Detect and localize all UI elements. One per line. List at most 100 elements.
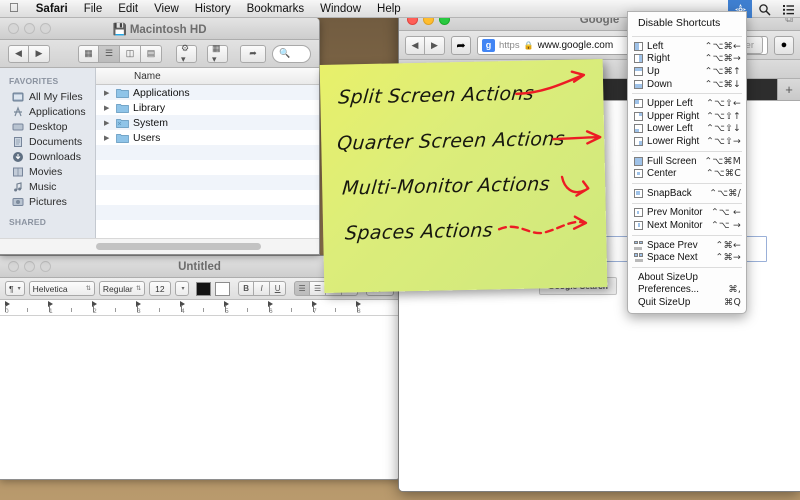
- italic-button[interactable]: I: [254, 281, 271, 296]
- list-view-icon[interactable]: ☰: [99, 44, 120, 63]
- menu-item-prev-monitor[interactable]: Prev Monitor ⌃⌥ ←: [628, 207, 746, 220]
- menu-help[interactable]: Help: [369, 0, 409, 18]
- view-mode-buttons[interactable]: ▦ ☰ ◫ ▤: [78, 44, 162, 63]
- menu-item-upper-left[interactable]: Upper Left ⌃⌥⇧←: [628, 97, 746, 110]
- menu-item-down[interactable]: Down ⌃⌥⌘↓: [628, 78, 746, 91]
- bold-button[interactable]: B: [238, 281, 255, 296]
- menu-item-shortcut: ⌃⌥⇧↓: [706, 123, 741, 135]
- disclosure-triangle-icon[interactable]: ▶: [104, 89, 112, 97]
- sizeup-menu-title[interactable]: Disable Shortcuts: [628, 15, 746, 33]
- coverflow-view-icon[interactable]: ▤: [141, 44, 162, 63]
- menu-item-lower-right[interactable]: Lower Right ⌃⌥⇧→: [628, 135, 746, 148]
- forward-button[interactable]: ▶: [29, 44, 50, 63]
- menu-item-center[interactable]: Center ⌃⌥⌘C: [628, 167, 746, 180]
- safari-nav-buttons[interactable]: ◀ ▶: [405, 35, 445, 55]
- textedit-ruler[interactable]: 0 1 2 3 4 5 6 7 8: [0, 300, 399, 316]
- sizeup-menu[interactable]: Disable Shortcuts Left ⌃⌥⌘← Right ⌃⌥⌘→ U…: [627, 11, 747, 314]
- menu-safari[interactable]: Safari: [28, 0, 76, 18]
- table-row[interactable]: ▶ Users: [96, 130, 319, 145]
- menu-item-upper-right[interactable]: Upper Right ⌃⌥⇧↑: [628, 110, 746, 123]
- back-button[interactable]: ◀: [405, 35, 425, 55]
- menu-item-space-prev[interactable]: Space Prev ⌃⌘←: [628, 239, 746, 252]
- ruler-number: 6: [269, 308, 273, 315]
- align-left-icon[interactable]: ☰: [294, 281, 311, 296]
- menu-item-space-next[interactable]: Space Next ⌃⌘→: [628, 251, 746, 264]
- menu-file[interactable]: File: [76, 0, 111, 18]
- icon-view-icon[interactable]: ▦: [78, 44, 99, 63]
- downloads-icon[interactable]: ●: [774, 35, 794, 55]
- finder-toolbar[interactable]: ◀ ▶ ▦ ☰ ◫ ▤ ⚙ ▾ ▦ ▾ ➦ 🔍: [0, 40, 319, 68]
- textedit-text-area[interactable]: [0, 316, 399, 479]
- finder-window[interactable]: 💾 Macintosh HD ◀ ▶ ▦ ☰ ◫ ▤ ⚙ ▾ ▦ ▾ ➦ 🔍 F…: [0, 18, 320, 255]
- menu-history[interactable]: History: [187, 0, 239, 18]
- font-size-input[interactable]: 12: [149, 281, 171, 296]
- paragraph-style-select[interactable]: ¶ ▾: [5, 281, 25, 296]
- menu-view[interactable]: View: [146, 0, 187, 18]
- text-color-swatch[interactable]: [195, 281, 211, 296]
- forward-button[interactable]: ▶: [425, 35, 445, 55]
- finder-titlebar[interactable]: 💾 Macintosh HD: [0, 18, 319, 40]
- sidebar-item-downloads[interactable]: Downloads: [0, 149, 95, 164]
- share-icon[interactable]: ➦: [451, 35, 471, 55]
- highlight-color-swatch[interactable]: [214, 281, 231, 296]
- finder-horizontal-scrollbar[interactable]: [0, 238, 319, 254]
- menu-item-quit-sizeup[interactable]: Quit SizeUp ⌘Q: [628, 296, 746, 309]
- share-icon[interactable]: ➦: [240, 44, 266, 63]
- column-view-icon[interactable]: ◫: [120, 44, 141, 63]
- finder-traffic-lights[interactable]: [0, 23, 51, 34]
- note-arrows: [497, 70, 602, 235]
- sidebar-item-documents[interactable]: Documents: [0, 134, 95, 149]
- font-family-select[interactable]: Helvetica ⇅: [28, 281, 95, 296]
- zoom-button[interactable]: [40, 261, 51, 272]
- menu-item-left[interactable]: Left ⌃⌥⌘←: [628, 40, 746, 53]
- menu-separator: [632, 202, 742, 204]
- column-header-name[interactable]: Name: [96, 68, 319, 85]
- sidebar-item-applications[interactable]: Applications: [0, 104, 95, 119]
- search-input[interactable]: 🔍: [272, 44, 311, 63]
- minimize-button[interactable]: [24, 261, 35, 272]
- menu-item-about-sizeup[interactable]: About SizeUp: [628, 271, 746, 284]
- menu-item-up[interactable]: Up ⌃⌥⌘↑: [628, 65, 746, 78]
- arrange-icon[interactable]: ▦ ▾: [207, 43, 228, 64]
- menu-item-full-screen[interactable]: Full Screen ⌃⌥⌘M: [628, 155, 746, 168]
- table-row[interactable]: ▶ Library: [96, 100, 319, 115]
- menu-item-right[interactable]: Right ⌃⌥⌘→: [628, 53, 746, 66]
- table-row[interactable]: ▶ Applications: [96, 85, 319, 100]
- sidebar-item-desktop[interactable]: Desktop: [0, 119, 95, 134]
- sidebar-item-movies[interactable]: Movies: [0, 164, 95, 179]
- font-size-stepper[interactable]: ▾: [174, 281, 189, 296]
- finder-file-list[interactable]: Name ▶ Applications ▶ Library ▶ System ▶…: [96, 68, 319, 238]
- spotlight-icon[interactable]: [752, 0, 776, 18]
- back-button[interactable]: ◀: [8, 44, 29, 63]
- nav-buttons[interactable]: ◀ ▶: [8, 44, 50, 63]
- disclosure-triangle-icon[interactable]: ▶: [104, 134, 112, 142]
- sidebar-item-all-my-files[interactable]: All My Files: [0, 89, 95, 104]
- apple-menu-icon[interactable]: : [0, 0, 28, 19]
- zoom-button[interactable]: [40, 23, 51, 34]
- close-button[interactable]: [8, 23, 19, 34]
- minimize-button[interactable]: [24, 23, 35, 34]
- menu-item-lower-left[interactable]: Lower Left ⌃⌥⇧↓: [628, 123, 746, 136]
- menu-item-preferences[interactable]: Preferences... ⌘,: [628, 284, 746, 297]
- menu-item-snapback[interactable]: SnapBack ⌃⌥⌘/: [628, 187, 746, 200]
- disclosure-triangle-icon[interactable]: ▶: [104, 104, 112, 112]
- menu-window[interactable]: Window: [312, 0, 369, 18]
- table-row[interactable]: ▶ System: [96, 115, 319, 130]
- finder-sidebar[interactable]: FAVORITES All My Files Applications Desk…: [0, 68, 96, 238]
- sidebar-item-music[interactable]: Music: [0, 179, 95, 194]
- sidebar-item-pictures[interactable]: Pictures: [0, 194, 95, 209]
- menu-edit[interactable]: Edit: [110, 0, 146, 18]
- menu-item-next-monitor[interactable]: Next Monitor ⌃⌥ →: [628, 219, 746, 232]
- text-style-buttons[interactable]: B I U: [238, 281, 287, 296]
- notification-center-icon[interactable]: [776, 0, 800, 18]
- menu-bookmarks[interactable]: Bookmarks: [239, 0, 313, 18]
- gear-icon[interactable]: ⚙ ▾: [176, 43, 197, 64]
- close-button[interactable]: [8, 261, 19, 272]
- underline-button[interactable]: U: [270, 281, 287, 296]
- sidebar-label: All My Files: [29, 90, 83, 103]
- font-style-select[interactable]: Regular ⇅: [98, 281, 146, 296]
- scrollbar-thumb[interactable]: [96, 243, 261, 250]
- new-tab-button[interactable]: +: [778, 79, 800, 100]
- disclosure-triangle-icon[interactable]: ▶: [104, 119, 112, 127]
- textedit-traffic-lights[interactable]: [0, 261, 51, 272]
